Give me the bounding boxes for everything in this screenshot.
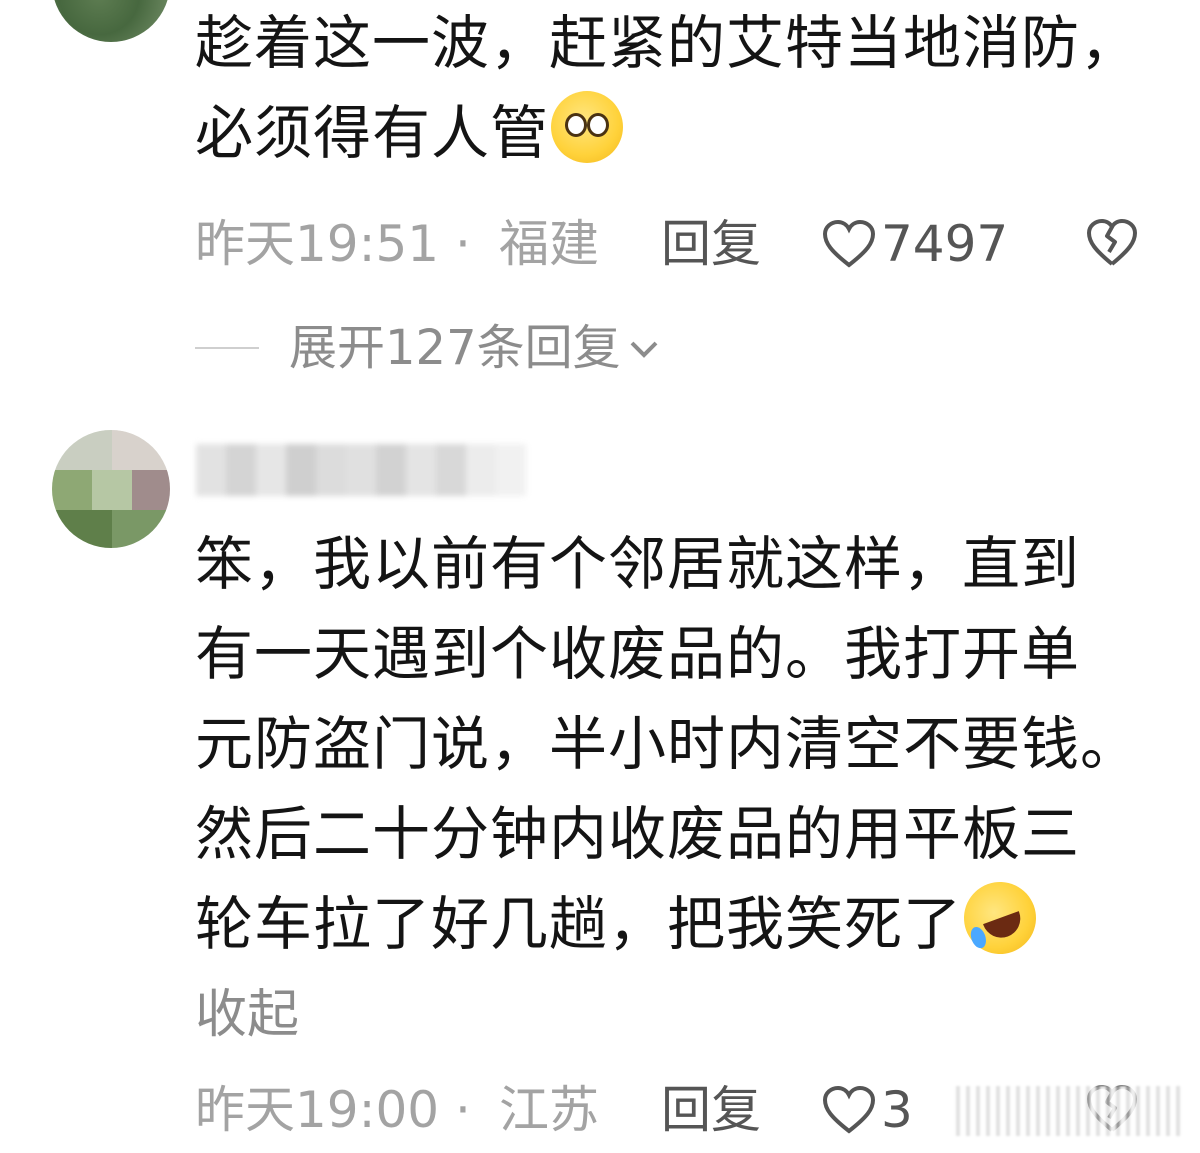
rolling-on-floor-laughing-icon	[953, 871, 1047, 965]
like-button[interactable]: 3	[821, 1080, 913, 1140]
avatar[interactable]	[52, 0, 170, 42]
comment-line: 轮车拉了好几趟，把我笑死了	[195, 871, 1165, 969]
expand-replies-label: 展开127条回复	[289, 320, 621, 376]
username-obscured	[196, 444, 526, 500]
reply-button[interactable]: 回复	[661, 214, 761, 274]
comment-line: 元防盗门说，半小时内清空不要钱。	[195, 710, 1140, 778]
avatar[interactable]	[52, 430, 170, 548]
heart-icon	[822, 219, 876, 268]
comment-time: 昨天19:51	[195, 215, 440, 273]
reply-button[interactable]: 回复	[661, 1080, 761, 1140]
divider	[195, 347, 259, 349]
like-count: 3	[881, 1081, 913, 1139]
like-button[interactable]: 7497	[821, 214, 1008, 274]
watermark	[950, 1086, 1180, 1136]
collapse-button[interactable]: 收起	[195, 985, 299, 1045]
comment-text: 笨，我以前有个邻居就这样，直到 有一天遇到个收废品的。我打开单 元防盗门说，半小…	[195, 519, 1165, 969]
comment-line: 有一天遇到个收废品的。我打开单	[195, 620, 1081, 688]
comment-time: 昨天19:00	[195, 1081, 440, 1139]
dislike-button[interactable]	[1085, 218, 1139, 281]
comment-text: 趁着这一波，赶紧的艾特当地消防， 必须得有人管	[195, 0, 1165, 178]
pleading-face-icon	[551, 91, 624, 163]
comment-line: 必须得有人管	[195, 88, 1165, 178]
broken-heart-icon	[1087, 219, 1137, 266]
expand-replies[interactable]: 展开127条回复	[195, 318, 661, 378]
comment-line: 笨，我以前有个邻居就这样，直到	[195, 530, 1081, 598]
chevron-down-icon	[630, 341, 658, 358]
meta-separator: ·	[455, 215, 471, 273]
comment-line: 然后二十分钟内收废品的用平板三	[195, 800, 1081, 868]
meta-separator: ·	[455, 1081, 471, 1139]
like-count: 7497	[881, 215, 1009, 273]
comment-line: 趁着这一波，赶紧的艾特当地消防，	[195, 9, 1140, 77]
comment-location: 江苏	[499, 1081, 599, 1139]
comment-meta: 昨天19:51 · 福建 回复 7497	[195, 214, 1155, 274]
comment-location: 福建	[499, 215, 599, 273]
heart-icon	[822, 1085, 876, 1134]
